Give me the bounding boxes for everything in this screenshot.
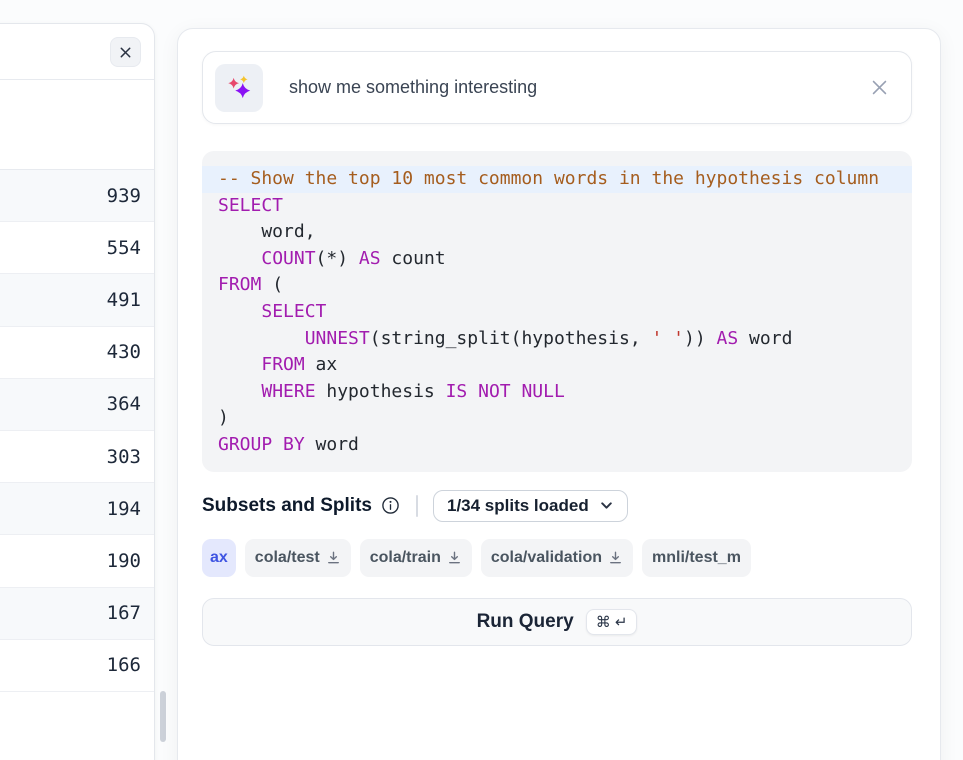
sql-editor[interactable]: -- Show the top 10 most common words in … [202, 151, 912, 472]
table-row[interactable]: 167 [0, 588, 154, 640]
code-line: SELECT [202, 299, 912, 326]
split-chip-cola-test[interactable]: cola/test [245, 539, 351, 577]
code-line: COUNT(*) AS count [202, 246, 912, 273]
subsets-title: Subsets and Splits [202, 495, 372, 517]
count-cell: 166 [107, 654, 141, 676]
code-line: WHERE hypothesis IS NOT NULL [202, 379, 912, 406]
prompt-input[interactable]: show me something interesting [289, 77, 868, 98]
table-row[interactable]: 194 [0, 483, 154, 535]
count-cell: 491 [107, 289, 141, 311]
code-line: -- Show the top 10 most common words in … [202, 166, 912, 193]
divider [416, 495, 418, 517]
count-cell: 190 [107, 550, 141, 572]
split-chip-label: mnli/test_m [652, 549, 741, 567]
table-row[interactable]: 190 [0, 535, 154, 587]
chevron-down-icon [599, 498, 614, 513]
results-table-header [0, 80, 154, 170]
count-cell: 303 [107, 446, 141, 468]
results-table-body: 939 554 491 430 364 303 194 190 167 166 [0, 170, 154, 692]
code-line: ) [202, 405, 912, 432]
code-line: FROM ax [202, 352, 912, 379]
count-cell: 430 [107, 341, 141, 363]
table-row[interactable]: 166 [0, 640, 154, 692]
count-cell: 194 [107, 498, 141, 520]
split-chip-cola-train[interactable]: cola/train [360, 539, 472, 577]
table-row[interactable]: 939 [0, 170, 154, 222]
split-chip-ax[interactable]: ax [202, 539, 236, 577]
results-table-panel: 939 554 491 430 364 303 194 190 167 166 [0, 23, 155, 760]
code-line: GROUP BY word [202, 432, 912, 459]
table-row[interactable]: 430 [0, 327, 154, 379]
close-results-button[interactable] [110, 37, 141, 67]
code-line: FROM ( [202, 272, 912, 299]
split-chip-label: cola/train [370, 549, 441, 567]
splits-chip-row: ax cola/test cola/train cola/validation mnli… [202, 539, 912, 577]
table-row[interactable]: 554 [0, 222, 154, 274]
code-line: SELECT [202, 193, 912, 220]
split-chip-cola-validation[interactable]: cola/validation [481, 539, 633, 577]
split-chip-label: cola/test [255, 549, 320, 567]
close-icon [870, 78, 889, 97]
subsets-toolbar: Subsets and Splits 1/34 splits loaded [202, 490, 912, 522]
vertical-scrollbar-thumb[interactable] [160, 691, 166, 742]
download-icon [608, 550, 623, 565]
count-cell: 364 [107, 393, 141, 415]
cmd-return-keys: ⌘ ↵ [586, 609, 638, 635]
ai-prompt-box[interactable]: show me something interesting [202, 51, 912, 124]
run-query-label: Run Query [477, 611, 574, 633]
count-cell: 554 [107, 237, 141, 259]
info-icon[interactable] [381, 496, 400, 515]
table-row[interactable]: 491 [0, 274, 154, 326]
splits-loaded-dropdown[interactable]: 1/34 splits loaded [433, 490, 628, 522]
code-line: word, [202, 219, 912, 246]
page: 939 554 491 430 364 303 194 190 167 166 show me s… [0, 0, 963, 760]
count-cell: 167 [107, 602, 141, 624]
sparkles-icon [215, 64, 263, 112]
count-cell: 939 [107, 185, 141, 207]
close-icon [119, 46, 132, 59]
results-table-toolbar [0, 24, 154, 80]
code-line: UNNEST(string_split(hypothesis, ' ')) AS… [202, 326, 912, 353]
split-chip-mnli-test-m[interactable]: mnli/test_m [642, 539, 751, 577]
table-row[interactable]: 364 [0, 379, 154, 431]
download-icon [447, 550, 462, 565]
split-chip-label: cola/validation [491, 549, 602, 567]
download-icon [326, 550, 341, 565]
table-row[interactable]: 303 [0, 431, 154, 483]
run-query-button[interactable]: Run Query ⌘ ↵ [202, 598, 912, 646]
clear-prompt-button[interactable] [868, 76, 891, 99]
sql-console-panel: show me something interesting -- Show th… [177, 28, 941, 760]
splits-loaded-label: 1/34 splits loaded [447, 496, 589, 516]
split-chip-label: ax [210, 549, 228, 567]
